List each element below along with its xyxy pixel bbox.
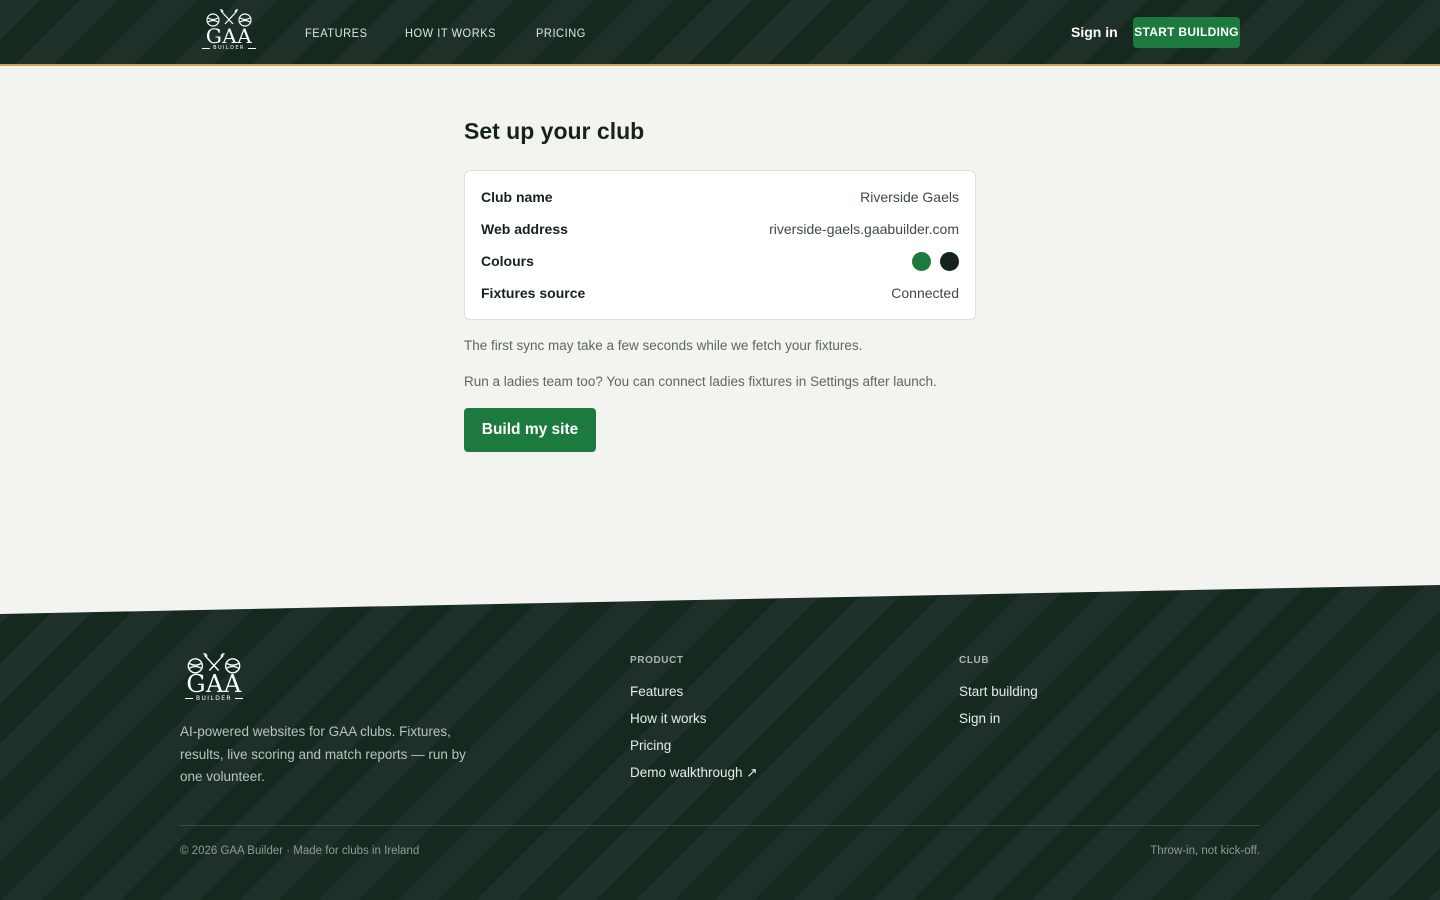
footer-link-features[interactable]: Features — [630, 683, 758, 700]
club-summary-card: Club name Riverside Gaels Web address ri… — [464, 170, 976, 320]
logo-subtitle: BUILDER — [202, 45, 256, 52]
logo-subtitle: BUILDER — [184, 695, 243, 702]
sign-in-link[interactable]: Sign in — [1071, 23, 1118, 41]
footer-divider — [180, 825, 1260, 826]
page-title: Set up your club — [464, 118, 645, 144]
primary-colour-swatch — [912, 251, 931, 271]
colours-label: Colours — [481, 253, 534, 269]
header-logo[interactable]: GAA BUILDER — [200, 9, 258, 52]
footer-link-start-building[interactable]: Start building — [959, 683, 1038, 700]
colour-swatches — [912, 251, 959, 271]
site-footer: GAA BUILDER AI-powered websites for GAA … — [0, 585, 1440, 900]
secondary-colour-swatch — [940, 251, 959, 271]
fixtures-source-label: Fixtures source — [481, 285, 586, 301]
site-header: GAA BUILDER FEATURES HOW IT WORKS PRICIN… — [0, 0, 1440, 66]
sync-note: The first sync may take a few seconds wh… — [464, 338, 863, 353]
footer-club-column: CLUB Start building Sign in — [959, 655, 1038, 737]
nav-pricing[interactable]: PRICING — [536, 25, 586, 41]
footer-club-heading: CLUB — [959, 655, 990, 666]
build-my-site-button[interactable]: Build my site — [464, 408, 596, 452]
web-address-value: riverside-gaels.gaabuilder.com — [769, 221, 959, 237]
nav-features[interactable]: FEATURES — [305, 25, 367, 41]
summary-row-web-address: Web address riverside-gaels.gaabuilder.c… — [481, 219, 959, 239]
footer-link-pricing[interactable]: Pricing — [630, 737, 758, 754]
web-address-label: Web address — [481, 221, 568, 237]
club-name-label: Club name — [481, 189, 553, 205]
summary-row-fixtures-source: Fixtures source Connected — [481, 283, 959, 303]
footer-link-demo-walkthrough[interactable]: Demo walkthrough ↗ — [630, 764, 758, 781]
main-nav: FEATURES HOW IT WORKS PRICING — [305, 25, 622, 41]
footer-logo[interactable]: GAA BUILDER — [180, 653, 248, 702]
footer-link-how-it-works[interactable]: How it works — [630, 710, 758, 727]
start-building-button[interactable]: START BUILDING — [1133, 17, 1240, 48]
footer-link-sign-in[interactable]: Sign in — [959, 710, 1038, 727]
footer-product-column: PRODUCT Features How it works Pricing De… — [630, 655, 758, 791]
fixtures-source-status: Connected — [891, 285, 959, 301]
summary-row-club-name: Club name Riverside Gaels — [481, 187, 959, 207]
footer-copyright: © 2026 GAA Builder · Made for clubs in I… — [180, 845, 420, 857]
footer-product-heading: PRODUCT — [630, 655, 684, 666]
summary-row-colours: Colours — [481, 251, 959, 271]
club-name-value: Riverside Gaels — [860, 189, 959, 205]
footer-tagline: Throw-in, not kick-off. — [1150, 845, 1260, 857]
logo-wordmark: GAA — [205, 24, 253, 48]
logo-wordmark: GAA — [186, 670, 242, 698]
footer-description: AI-powered websites for GAA clubs. Fixtu… — [180, 724, 466, 784]
nav-how-it-works[interactable]: HOW IT WORKS — [405, 25, 496, 41]
ladies-note: Run a ladies team too? You can connect l… — [464, 374, 937, 389]
